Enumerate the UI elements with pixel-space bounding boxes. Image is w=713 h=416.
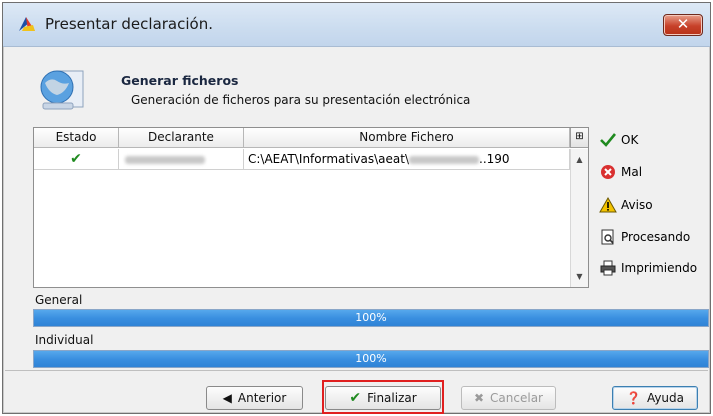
redacted-text: [409, 155, 480, 164]
legend-mal: Mal: [599, 163, 642, 181]
declarante-cell: [119, 149, 244, 170]
table-header: Estado Declarante Nombre Fichero: [34, 128, 588, 148]
general-progress-bar: 100%: [33, 309, 709, 327]
legend-imprimiendo-label: Imprimiendo: [621, 261, 698, 275]
file-path-prefix: C:\AEAT\Informativas\aeat\: [248, 152, 410, 166]
cancel-icon: ✖: [473, 391, 485, 405]
check-icon: [599, 131, 617, 149]
title-bar[interactable]: Presentar declaración. ✕: [3, 3, 710, 47]
legend-procesando-label: Procesando: [621, 230, 691, 244]
cancelar-button[interactable]: ✖ Cancelar: [461, 386, 556, 410]
ayuda-button[interactable]: ❓ Ayuda: [612, 386, 698, 410]
anterior-label: Anterior: [237, 391, 287, 405]
legend-aviso: Aviso: [599, 196, 653, 214]
aeat-logo-icon: [19, 17, 35, 31]
general-progress-text: 100%: [355, 311, 387, 324]
column-chooser-button[interactable]: ⊞: [570, 128, 588, 148]
individual-progress-bar: 100%: [33, 350, 709, 368]
legend-ok-label: OK: [621, 133, 639, 147]
finalizar-highlight-box: [322, 380, 444, 414]
help-icon: ❓: [625, 391, 641, 405]
column-header-estado[interactable]: Estado: [34, 128, 119, 148]
section-title: Generar ficheros: [121, 73, 239, 88]
legend-procesando: Procesando: [599, 228, 690, 246]
individual-progress-label: Individual: [35, 333, 94, 347]
column-header-declarante[interactable]: Declarante: [119, 128, 244, 148]
section-subtitle: Generación de ficheros para su presentac…: [131, 93, 471, 107]
legend-ok: OK: [599, 131, 638, 149]
column-header-nombre-fichero[interactable]: Nombre Fichero: [244, 128, 570, 148]
footer-divider: [5, 370, 708, 371]
legend-mal-label: Mal: [621, 165, 643, 179]
close-button[interactable]: ✕: [663, 14, 703, 36]
legend-imprimiendo: Imprimiendo: [599, 259, 697, 277]
legend-aviso-label: Aviso: [621, 198, 653, 212]
globe-document-icon: [40, 70, 84, 110]
individual-progress-text: 100%: [355, 352, 387, 365]
error-icon: [599, 163, 617, 181]
file-path-suffix: ..190: [479, 152, 510, 166]
arrow-left-icon: ◀: [222, 391, 232, 405]
vertical-scrollbar[interactable]: ▲ ▼: [570, 149, 588, 287]
dialog-window: Presentar declaración. ✕ Generar fichero…: [2, 2, 711, 414]
scroll-up-arrow-icon[interactable]: ▲: [571, 151, 588, 168]
scroll-down-arrow-icon[interactable]: ▼: [571, 268, 588, 285]
window-title: Presentar declaración.: [45, 15, 213, 33]
cancelar-label: Cancelar: [490, 391, 543, 405]
processing-icon: [599, 228, 617, 246]
redacted-text: [125, 155, 205, 164]
anterior-button[interactable]: ◀ Anterior: [206, 386, 303, 410]
warning-icon: [599, 196, 617, 214]
files-table: Estado Declarante Nombre Fichero ⊞ ✔ C:\…: [33, 127, 589, 288]
general-progress-label: General: [35, 293, 83, 307]
table-row[interactable]: ✔ C:\AEAT\Informativas\aeat\ ..190: [34, 149, 570, 170]
printer-icon: [599, 259, 617, 277]
file-name-cell: C:\AEAT\Informativas\aeat\ ..190: [244, 149, 570, 170]
status-ok-icon: ✔: [34, 149, 119, 170]
ayuda-label: Ayuda: [646, 391, 685, 405]
